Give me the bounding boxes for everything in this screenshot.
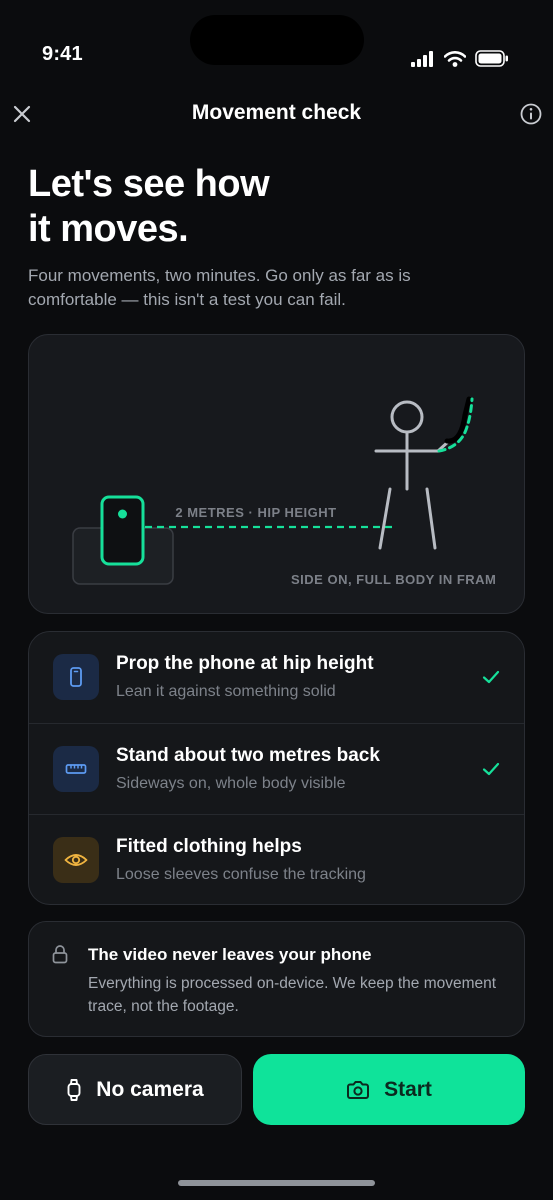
camera-icon (347, 1080, 370, 1099)
step-icon-box (53, 837, 99, 883)
check-icon (482, 762, 500, 776)
start-button[interactable]: Start (253, 1054, 525, 1125)
list-item: Fitted clothing helps Loose sleeves conf… (29, 814, 524, 904)
status-icons (411, 50, 509, 67)
check-icon (482, 670, 500, 684)
phone-camera-dot (118, 509, 127, 519)
headline: Let's see how it moves. (28, 163, 270, 250)
privacy-note: The video never leaves your phone Everyt… (28, 921, 525, 1037)
privacy-body: Everything is processed on-device. We ke… (88, 975, 497, 1015)
lock-icon (52, 945, 68, 964)
step-subtitle: Sideways on, whole body visible (116, 775, 346, 792)
wifi-icon (444, 50, 466, 67)
phone-icon (70, 667, 82, 687)
status-time: 9:41 (42, 43, 83, 65)
phone-shape (100, 495, 145, 566)
dynamic-island (190, 15, 364, 65)
steps-card: Prop the phone at hip height Lean it aga… (28, 631, 525, 905)
ruler-icon (65, 764, 87, 774)
list-item: Prop the phone at hip height Lean it aga… (29, 632, 524, 723)
page-title: Movement check (191, 101, 362, 124)
battery-icon (475, 50, 508, 67)
framing-label: SIDE ON, FULL BODY IN FRAME (291, 572, 506, 587)
step-title: Stand about two metres back (116, 745, 380, 766)
step-subtitle: Loose sleeves confuse the tracking (116, 866, 366, 883)
motion-arc-shadow (444, 396, 472, 444)
status-bar: 9:41 (0, 0, 553, 100)
no-camera-button[interactable]: No camera (28, 1054, 242, 1125)
info-icon[interactable] (519, 102, 543, 126)
eye-icon (64, 854, 88, 866)
step-title: Prop the phone at hip height (116, 653, 374, 674)
start-label: Start (384, 1077, 432, 1101)
distance-label: 2 METRES · HIP HEIGHT (175, 505, 336, 520)
step-title: Fitted clothing helps (116, 836, 302, 857)
privacy-title: The video never leaves your phone (88, 945, 372, 964)
setup-diagram: 2 METRES · HIP HEIGHT SIDE ON, FULL BODY… (72, 396, 506, 587)
step-icon-box (53, 746, 99, 792)
step-subtitle: Lean it against something solid (116, 683, 336, 700)
intro-text: Four movements, two minutes. Go only as … (28, 266, 411, 309)
signal-icon (411, 50, 433, 67)
step-icon-box (53, 654, 99, 700)
home-indicator (178, 1180, 375, 1186)
setup-illustration: 2 METRES · HIP HEIGHT SIDE ON, FULL BODY… (28, 334, 525, 614)
watch-icon (67, 1078, 81, 1101)
nav-bar: Movement check (0, 92, 553, 136)
list-item: Stand about two metres back Sideways on,… (29, 723, 524, 814)
no-camera-label: No camera (96, 1077, 204, 1101)
